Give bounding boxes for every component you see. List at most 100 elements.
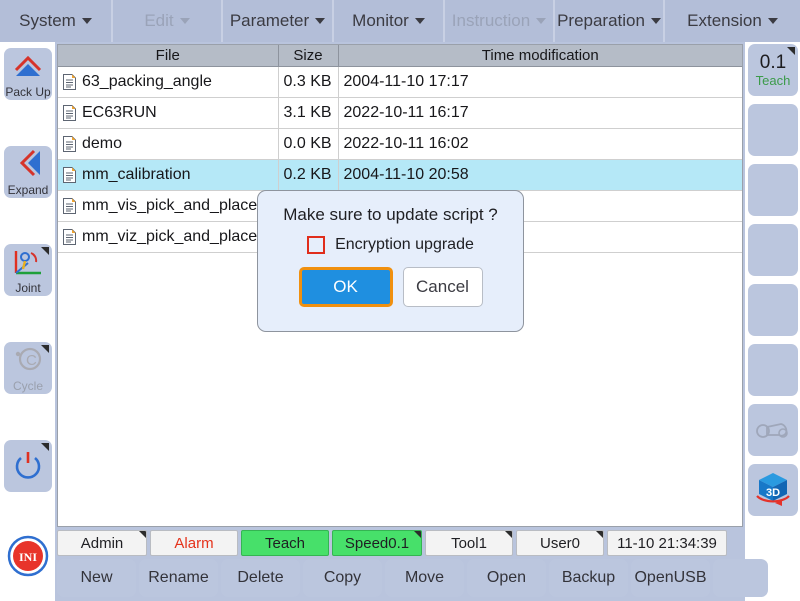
menu-preparation[interactable]: Preparation xyxy=(555,0,665,42)
left-sidebar: Pack Up Expand Joint C Cycle INI xyxy=(0,42,55,601)
menu-parameter[interactable]: Parameter xyxy=(223,0,334,42)
sidebar-label-joint: Joint xyxy=(15,280,41,295)
sidebar-button-right-slot-5[interactable] xyxy=(748,284,798,336)
chevron-down-icon xyxy=(315,18,326,24)
toolbar-label: Copy xyxy=(323,569,362,586)
status-11-10-21-34-39[interactable]: 11-10 21:34:39 xyxy=(607,530,727,556)
dialog-title: Make sure to update script ? xyxy=(283,205,498,224)
cell-file-size: 3.1 KB xyxy=(278,97,339,129)
corner-marker-icon xyxy=(414,531,421,538)
status-alarm[interactable]: Alarm xyxy=(150,530,238,556)
toolbar-button-move[interactable]: Move xyxy=(385,559,464,597)
sidebar-button-power[interactable] xyxy=(4,440,52,492)
status-tool1[interactable]: Tool1 xyxy=(425,530,513,556)
sidebar-button-joint[interactable]: Joint xyxy=(4,244,52,296)
table-row[interactable]: 63_packing_angle 0.3 KB 2004-11-10 17:17 xyxy=(58,66,742,98)
toolbar-button-delete[interactable]: Delete xyxy=(221,559,300,597)
teleop-button[interactable] xyxy=(748,404,798,456)
menu-label-instruction: Instruction xyxy=(451,11,531,30)
sidebar-button-right-slot-3[interactable] xyxy=(748,164,798,216)
document-icon xyxy=(63,197,76,214)
sidebar-button-right-slot-2[interactable] xyxy=(748,104,798,156)
status-teach[interactable]: Teach xyxy=(241,530,329,556)
chevron-up-icon xyxy=(12,50,44,85)
main-menu-bar: System Edit Parameter Monitor Instruction Pre… xyxy=(0,0,800,42)
toolbar-button-openusb[interactable]: OpenUSB xyxy=(631,559,710,597)
toolbar-button-backup[interactable]: Backup xyxy=(549,559,628,597)
status-admin[interactable]: Admin xyxy=(57,530,147,556)
right-sidebar: 0.1 Teach 3D xyxy=(745,42,800,601)
robot-axes-icon xyxy=(12,246,44,281)
toolbar-button-open[interactable]: Open xyxy=(467,559,546,597)
teach-speed-indicator[interactable]: 0.1 Teach xyxy=(748,44,798,96)
file-name-label: EC63RUN xyxy=(82,103,157,121)
chevron-down-icon xyxy=(536,18,547,24)
status-speed0-1[interactable]: Speed0.1 xyxy=(332,530,422,556)
sidebar-label-cycle: Cycle xyxy=(12,378,43,393)
encryption-upgrade-row[interactable]: Encryption upgrade xyxy=(307,236,474,254)
status-label: Alarm xyxy=(174,534,214,552)
corner-marker-icon xyxy=(41,345,49,353)
menu-label-parameter: Parameter xyxy=(229,11,310,30)
menu-label-system: System xyxy=(19,11,76,30)
column-header-file[interactable]: File xyxy=(58,45,279,67)
toolbar-button-blank[interactable] xyxy=(713,559,768,597)
menu-edit: Edit xyxy=(113,0,223,42)
corner-marker-icon xyxy=(596,531,603,538)
sidebar-button-expand[interactable]: Expand xyxy=(4,146,52,198)
encryption-upgrade-label: Encryption upgrade xyxy=(335,236,474,253)
document-icon xyxy=(63,73,76,90)
table-row[interactable]: mm_calibration 0.2 KB 2004-11-10 20:58 xyxy=(58,159,742,191)
cell-file-name: mm_vis_pick_and_place xyxy=(58,190,279,222)
teach-mode-label: Teach xyxy=(755,73,791,88)
toolbar-label: New xyxy=(80,569,113,586)
cell-file-time: 2022-10-11 16:17 xyxy=(338,97,742,129)
corner-marker-icon xyxy=(41,443,49,451)
column-header-time[interactable]: Time modification xyxy=(338,45,742,67)
sidebar-button-pack-up[interactable]: Pack Up xyxy=(4,48,52,100)
toolbar-label: OpenUSB xyxy=(634,569,707,586)
status-label: Admin xyxy=(80,534,124,552)
status-label: Tool1 xyxy=(451,534,487,552)
toolbar-label: Open xyxy=(486,569,527,586)
status-label: Speed0.1 xyxy=(344,534,410,552)
status-label: User0 xyxy=(539,534,580,552)
view-3d-button[interactable]: 3D xyxy=(748,464,798,516)
column-header-size[interactable]: Size xyxy=(278,45,339,67)
corner-marker-icon xyxy=(787,47,795,55)
chevron-down-icon xyxy=(767,18,778,24)
cell-file-time: 2004-11-10 17:17 xyxy=(338,66,742,98)
sidebar-button-right-slot-6[interactable] xyxy=(748,344,798,396)
dialog-ok-button[interactable]: OK xyxy=(298,267,393,307)
sidebar-button-right-slot-4[interactable] xyxy=(748,224,798,276)
dialog-cancel-button[interactable]: Cancel xyxy=(402,267,483,307)
menu-extension[interactable]: Extension xyxy=(665,0,800,42)
cell-file-size: 0.0 KB xyxy=(278,128,339,160)
dialog-button-row: OK Cancel xyxy=(298,267,483,307)
menu-monitor[interactable]: Monitor xyxy=(334,0,445,42)
file-name-label: mm_calibration xyxy=(82,165,191,183)
table-row[interactable]: EC63RUN 3.1 KB 2022-10-11 16:17 xyxy=(58,97,742,129)
cell-file-name: EC63RUN xyxy=(58,97,279,129)
svg-text:C: C xyxy=(26,352,37,369)
chevron-down-icon xyxy=(650,18,661,24)
corner-marker-icon xyxy=(505,531,512,538)
menu-label-preparation: Preparation xyxy=(557,11,645,30)
table-row[interactable]: demo 0.0 KB 2022-10-11 16:02 xyxy=(58,128,742,160)
update-script-dialog: Make sure to update script ? Encryption … xyxy=(257,190,524,332)
status-user0[interactable]: User0 xyxy=(516,530,604,556)
document-icon xyxy=(63,228,76,245)
cell-file-name: mm_viz_pick_and_place xyxy=(58,221,279,253)
toolbar-button-rename[interactable]: Rename xyxy=(139,559,218,597)
menu-system[interactable]: System xyxy=(0,0,113,42)
encryption-upgrade-checkbox[interactable] xyxy=(307,236,326,254)
file-name-label: demo xyxy=(82,134,123,152)
svg-text:3D: 3D xyxy=(766,487,780,499)
sidebar-label-expand: Expand xyxy=(7,182,49,197)
ini-button[interactable]: INI xyxy=(6,534,50,578)
sidebar-button-cycle[interactable]: C Cycle xyxy=(4,342,52,394)
corner-marker-icon xyxy=(139,531,146,538)
toolbar-label: Backup xyxy=(561,569,616,586)
toolbar-button-new[interactable]: New xyxy=(57,559,136,597)
toolbar-button-copy[interactable]: Copy xyxy=(303,559,382,597)
